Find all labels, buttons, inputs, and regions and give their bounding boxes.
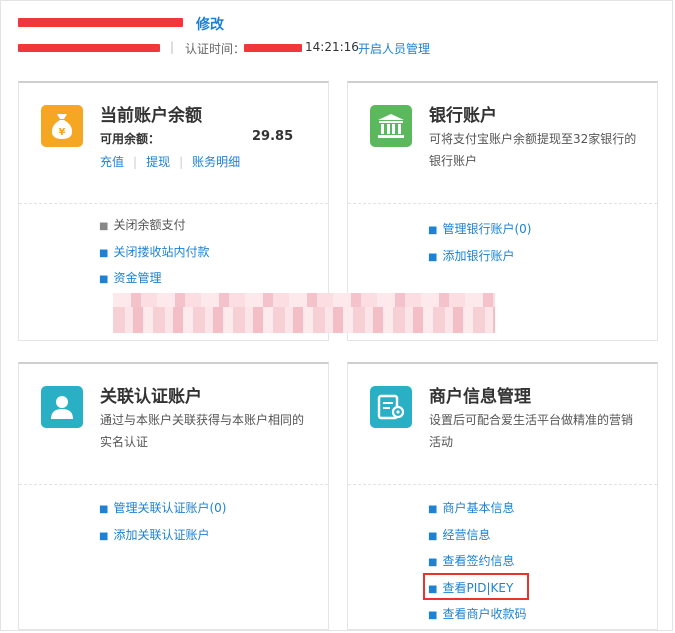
edit-email-link[interactable]: 修改 xyxy=(196,14,224,34)
bullet-icon: ■ xyxy=(428,504,438,515)
bullet-icon: ■ xyxy=(99,504,109,515)
linked-account-links: ■ 管理关联认证账户(0) ■ 添加关联认证账户 xyxy=(99,495,226,548)
bullet-icon: ■ xyxy=(428,530,438,542)
link-label: 关闭搂收站内付款 xyxy=(113,244,210,259)
manage-bank-accounts-link[interactable]: ■ 管理银行账户(0) xyxy=(428,216,531,243)
bank-description: 可将支付宝账户余额提现至32家银行的银行账户 xyxy=(429,132,637,168)
money-bag-icon: ¥ xyxy=(41,105,83,147)
bullet-icon: ■ xyxy=(99,530,109,542)
available-balance-label: 可用余额： xyxy=(100,132,161,146)
account-subinfo: | 认证时间： 14:21:16 开启人员管理 xyxy=(18,40,658,58)
linked-account-card: 关联认证账户 通过与本账户关联获得与本账户相同的实名认证 ■ 管理关联认证账户(0… xyxy=(18,362,329,630)
bullet-icon: ■ xyxy=(99,221,109,232)
auth-time-label: 认证时间： xyxy=(185,42,246,56)
action-separator: | xyxy=(179,155,184,169)
redacted-name xyxy=(18,44,160,52)
bank-title: 银行账户 xyxy=(429,106,497,126)
bullet-icon: ■ xyxy=(428,225,438,236)
account-header: 修改 | 认证时间： 14:21:16 开启人员管理 xyxy=(18,12,658,60)
disable-balance-payment-link[interactable]: ■ 关闭余额支付 xyxy=(99,212,209,239)
linked-account-description: 通过与本账户关联获得与本账户相同的实名认证 xyxy=(100,413,305,449)
card-divider xyxy=(348,203,657,204)
link-label: 商户基本信息 xyxy=(442,501,515,515)
auth-time-value: 14:21:16 xyxy=(305,40,359,54)
fund-management-link[interactable]: ■ 资金管理 xyxy=(99,265,209,292)
disable-onsite-payment-link[interactable]: ■ 关闭搂收站内付款 xyxy=(99,239,209,266)
pid-key-highlight xyxy=(423,573,529,600)
link-label: 经营信息 xyxy=(442,527,491,542)
manage-linked-accounts-link[interactable]: ■ 管理关联认证账户(0) xyxy=(99,495,226,522)
bank-links: ■ 管理银行账户(0) ■ 添加银行账户 xyxy=(428,216,531,269)
svg-text:¥: ¥ xyxy=(59,127,66,138)
merchant-info-links: ■ 商户基本信息 ■ 经营信息 ■ 查看签约信息 ■ 查看PID|KEY ■ 查看商户收款… xyxy=(428,495,526,628)
user-icon xyxy=(41,386,83,428)
link-label: 关闭余额支付 xyxy=(113,218,186,232)
link-label: 资金管理 xyxy=(113,271,162,285)
withdraw-link[interactable]: 提现 xyxy=(146,155,170,169)
bullet-icon: ■ xyxy=(428,557,438,568)
link-label: 管理银行账户(0) xyxy=(442,222,532,236)
link-label: 管理关联认证账户(0) xyxy=(113,501,227,515)
bank-icon xyxy=(370,105,412,147)
linked-account-title: 关联认证账户 xyxy=(100,387,202,407)
link-label: 查看签约信息 xyxy=(442,554,515,568)
add-linked-account-link[interactable]: ■ 添加关联认证账户 xyxy=(99,522,226,549)
link-label: 添加关联认证账户 xyxy=(113,527,210,542)
merchant-basic-info-link[interactable]: ■ 商户基本信息 xyxy=(428,495,526,522)
business-info-link[interactable]: ■ 经营信息 xyxy=(428,522,526,549)
balance-actions: 充值 | 提现 | 账务明细 xyxy=(100,153,240,170)
available-balance-value: 29.85 xyxy=(252,129,294,144)
contract-info-link[interactable]: ■ 查看签约信息 xyxy=(428,548,526,575)
recharge-link[interactable]: 充值 xyxy=(100,155,124,169)
card-divider xyxy=(19,484,328,485)
enable-staff-management-link[interactable]: 开启人员管理 xyxy=(358,40,430,57)
redacted-date xyxy=(244,44,302,52)
redacted-email xyxy=(18,18,183,27)
redacted-mosaic-top xyxy=(113,293,495,307)
merchant-info-title: 商户信息管理 xyxy=(429,387,531,407)
card-divider xyxy=(19,203,328,204)
balance-links: ■ 关闭余额支付 ■ 关闭搂收站内付款 ■ 资金管理 xyxy=(99,212,209,292)
merchant-info-description: 设置后可配合爱生活平台做精准的营销活动 xyxy=(429,413,634,449)
balance-title: 当前账户余额 xyxy=(100,106,202,126)
merchant-qr-code-link[interactable]: ■ 查看商户收款码 xyxy=(428,601,526,628)
statement-link[interactable]: 账务明细 xyxy=(192,155,240,169)
settings-doc-icon xyxy=(370,386,412,428)
bullet-icon: ■ xyxy=(99,247,109,259)
action-separator: | xyxy=(133,155,138,169)
link-label: 添加银行账户 xyxy=(442,248,515,263)
bullet-icon: ■ xyxy=(428,610,438,621)
card-divider xyxy=(348,484,657,485)
separator: | xyxy=(170,40,175,54)
link-label: 查看商户收款码 xyxy=(442,607,527,621)
bullet-icon: ■ xyxy=(99,274,109,285)
bullet-icon: ■ xyxy=(428,251,438,263)
add-bank-account-link[interactable]: ■ 添加银行账户 xyxy=(428,243,531,270)
